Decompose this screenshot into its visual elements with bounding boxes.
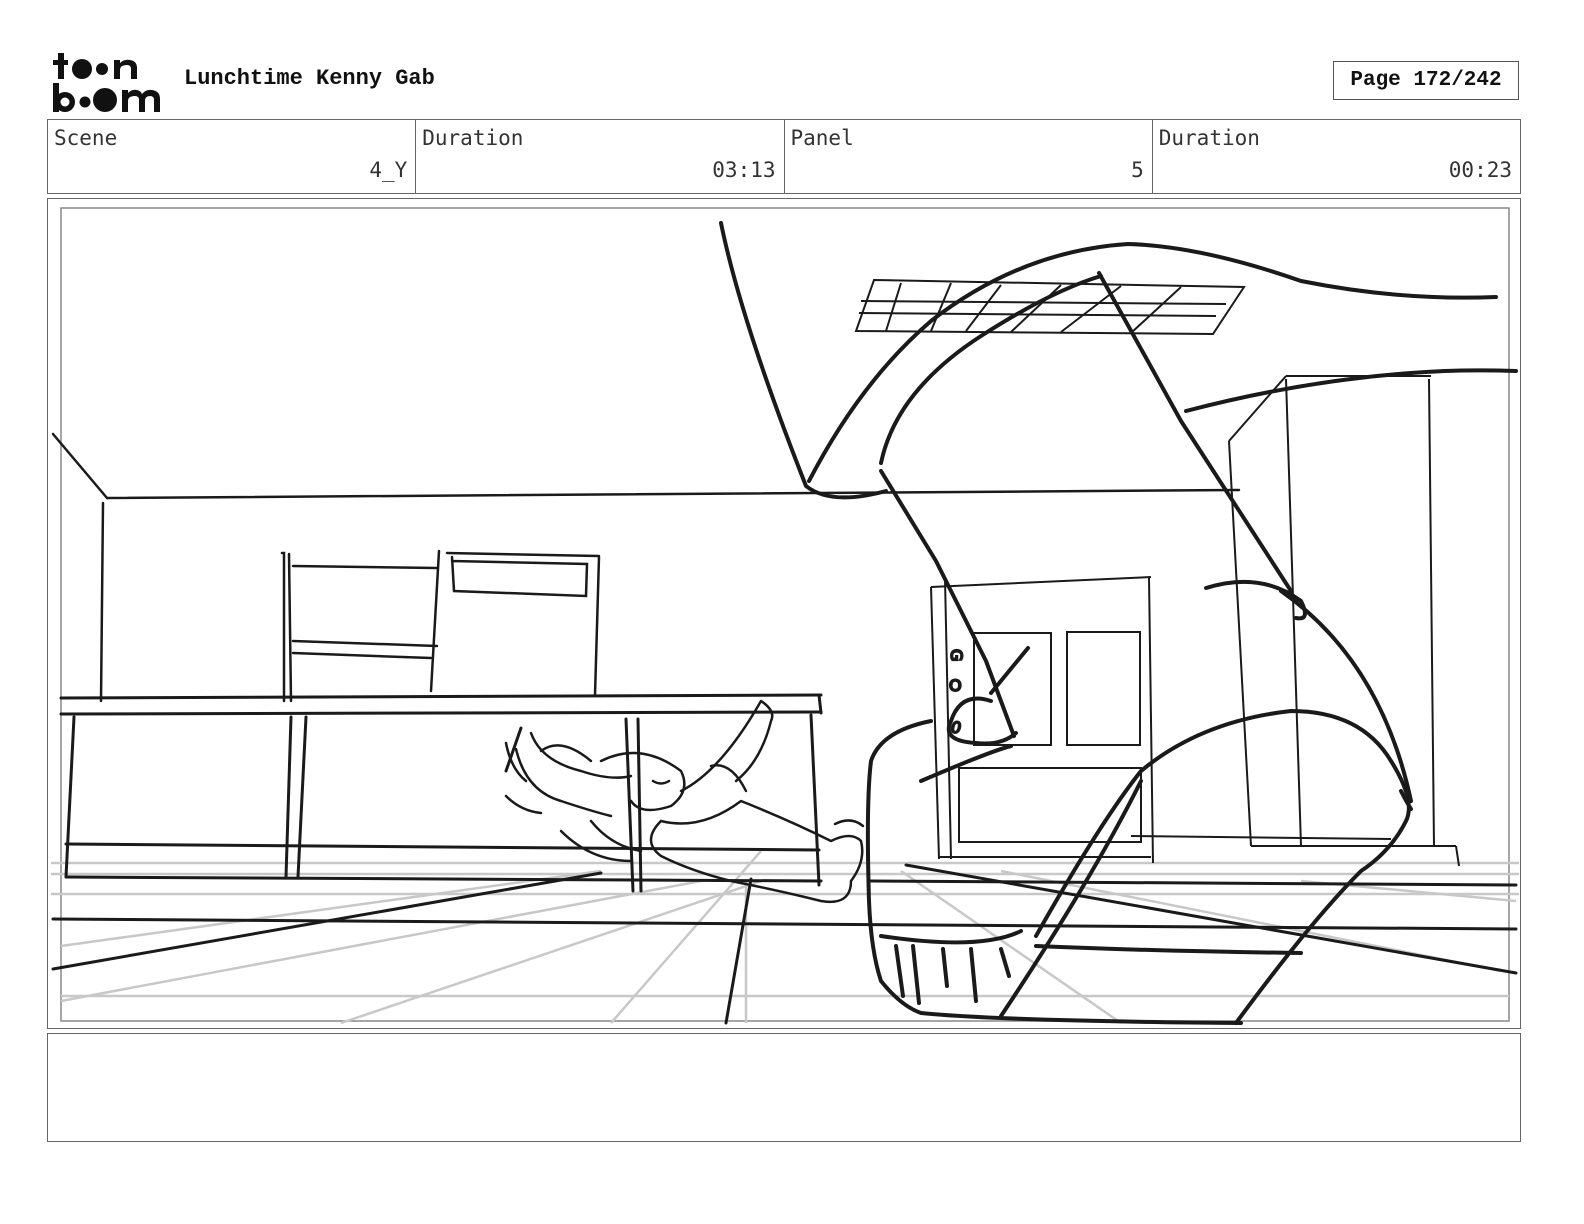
page-number: Page 172/242 <box>1333 61 1519 100</box>
scene-duration-cell: Duration 03:13 <box>416 120 785 193</box>
scene-label: Scene <box>54 126 118 150</box>
storyboard-panel: G O 0 <box>47 198 1521 1029</box>
panel-label: Panel <box>790 126 854 150</box>
panel-notes <box>47 1033 1521 1142</box>
panel-cell: Panel 5 <box>785 120 1153 193</box>
room-lines <box>51 432 1241 703</box>
project-title: Lunchtime Kenny Gab <box>184 66 435 91</box>
scene-value: 4_Y <box>369 158 408 182</box>
door-mark: G <box>947 649 966 661</box>
scene-info-row: Scene 4_Y Duration 03:13 Panel 5 Duratio… <box>47 119 1521 194</box>
panel-duration-value: 00:23 <box>1448 158 1512 182</box>
panel-value: 5 <box>1131 158 1144 182</box>
storyboard-sketch: G O 0 <box>51 207 1519 1025</box>
door-mark: O <box>949 676 962 695</box>
scene-cell: Scene 4_Y <box>48 120 417 193</box>
panel-duration-label: Duration <box>1158 126 1260 150</box>
panel-duration-cell: Duration 00:23 <box>1153 120 1520 193</box>
small-character <box>504 699 865 904</box>
table <box>59 693 823 893</box>
scene-duration-value: 03:13 <box>712 158 776 182</box>
scene-duration-label: Duration <box>422 126 524 150</box>
toon-boom-logo <box>50 50 165 114</box>
ceiling-light <box>854 278 1246 336</box>
